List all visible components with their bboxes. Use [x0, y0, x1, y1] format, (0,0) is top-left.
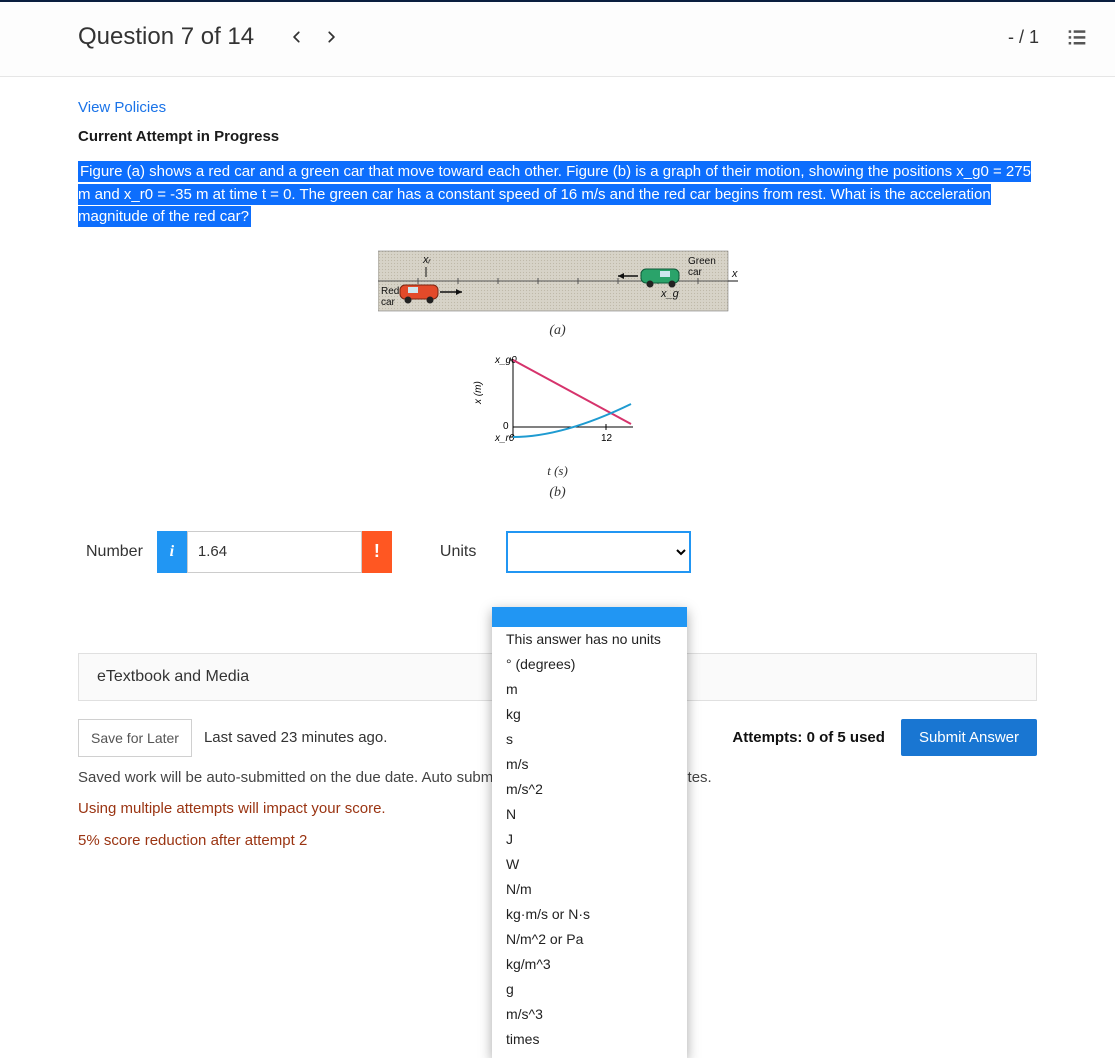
question-list-button[interactable] — [1067, 27, 1087, 47]
number-input[interactable] — [187, 531, 362, 573]
units-option[interactable]: times — [492, 1027, 687, 1052]
chevron-right-icon — [324, 30, 338, 44]
answer-row: Number i ! Units — [78, 531, 1037, 573]
units-label: Units — [392, 543, 506, 561]
attempts-text: Attempts: 0 of 5 used — [732, 729, 885, 746]
content-area: View Policies Current Attempt in Progres… — [0, 77, 1115, 892]
question-box: Figure (a) shows a red car and a green c… — [78, 161, 1037, 603]
svg-text:x_r0: x_r0 — [494, 433, 515, 444]
svg-text:x: x — [731, 268, 738, 280]
svg-text:Green: Green — [688, 256, 716, 267]
units-option[interactable]: m — [492, 677, 687, 702]
view-policies-link[interactable]: View Policies — [78, 99, 1037, 116]
svg-text:12: 12 — [601, 433, 613, 444]
svg-text:car: car — [381, 297, 396, 308]
units-option-selected[interactable] — [492, 607, 687, 627]
question-text-wrap: Figure (a) shows a red car and a green c… — [78, 161, 1037, 229]
graph-x-axis-label: t (s) — [78, 463, 1037, 479]
units-option[interactable]: m/s^2 — [492, 777, 687, 802]
units-option[interactable]: N/m^2 or Pa — [492, 927, 687, 952]
last-saved-text: Last saved 23 minutes ago. — [204, 729, 387, 746]
svg-text:x (m): x (m) — [473, 381, 484, 405]
units-option[interactable]: m/s^3 — [492, 1002, 687, 1027]
question-text: Figure (a) shows a red car and a green c… — [78, 161, 1031, 227]
units-option[interactable]: kg/m^3 — [492, 952, 687, 977]
next-question-button[interactable] — [314, 20, 348, 54]
units-option[interactable]: kg·m/s or N·s — [492, 902, 687, 927]
number-label: Number — [78, 543, 157, 561]
units-option[interactable]: N/m — [492, 877, 687, 902]
chevron-left-icon — [290, 30, 304, 44]
score-display: - / 1 — [1008, 27, 1039, 48]
units-option[interactable]: This answer has no units — [492, 627, 687, 652]
figure-b-caption: (b) — [78, 485, 1037, 501]
attempt-status: Current Attempt in Progress — [78, 128, 1037, 145]
warning-icon: ! — [374, 541, 380, 562]
svg-text:car: car — [688, 267, 703, 278]
figure-a: xᵣ Red car Green car x_g — [78, 247, 1037, 501]
units-select[interactable] — [506, 531, 691, 573]
cars-diagram: xᵣ Red car Green car x_g — [378, 247, 738, 313]
units-option[interactable]: ° (degrees) — [492, 652, 687, 677]
units-option[interactable]: kg — [492, 702, 687, 727]
submit-answer-button[interactable]: Submit Answer — [901, 719, 1037, 756]
units-option[interactable]: m/s — [492, 752, 687, 777]
save-for-later-button[interactable]: Save for Later — [78, 719, 192, 757]
svg-text:x_g: x_g — [660, 288, 680, 300]
svg-text:xᵣ: xᵣ — [422, 254, 432, 266]
svg-text:0: 0 — [503, 421, 509, 432]
units-option[interactable]: s — [492, 727, 687, 752]
units-option[interactable]: g — [492, 977, 687, 1002]
info-badge[interactable]: i — [157, 531, 187, 573]
question-title: Question 7 of 14 — [78, 23, 254, 51]
units-option[interactable]: W — [492, 852, 687, 877]
warning-badge[interactable]: ! — [362, 531, 392, 573]
svg-text:Red: Red — [381, 286, 399, 297]
units-option[interactable]: N — [492, 802, 687, 827]
prev-question-button[interactable] — [280, 20, 314, 54]
figure-a-caption: (a) — [78, 323, 1037, 339]
units-dropdown-panel: This answer has no units ° (degrees) m k… — [492, 607, 687, 1058]
header-bar: Question 7 of 14 - / 1 — [0, 2, 1115, 77]
list-icon — [1067, 27, 1087, 47]
info-icon: i — [170, 543, 174, 561]
units-option[interactable]: J — [492, 827, 687, 852]
position-graph: x_g0 0 x_r0 12 x (m) — [473, 349, 643, 459]
